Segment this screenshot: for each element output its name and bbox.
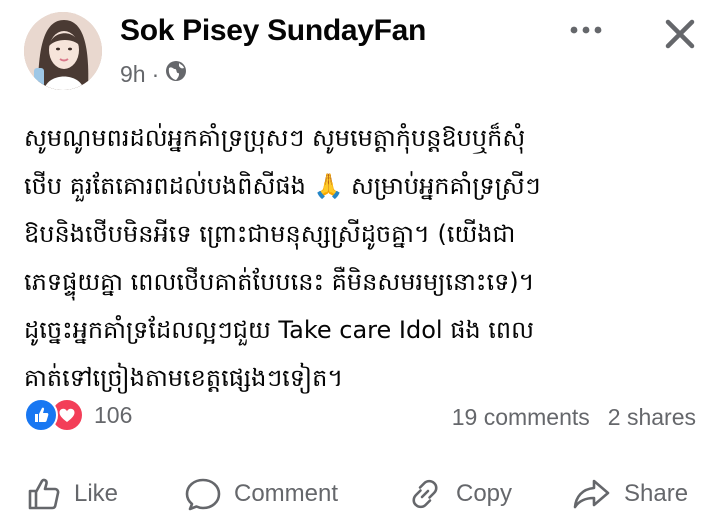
ellipsis-icon (570, 26, 602, 34)
share-arrow-icon (573, 479, 610, 508)
comments-count[interactable]: 19 comments (452, 404, 590, 431)
post-text-line: ដូច្នេះអ្នកគាំទ្រដែលល្អៗជួយ Take care Id… (24, 316, 534, 344)
post-header: Sok Pisey SundayFan 9h · (0, 0, 720, 100)
comment-label: Comment (234, 479, 339, 507)
post-text-line: ភេទផ្ទុយគ្នា ពេលថើបគាត់បែបនេះ គឺមិនសមរម្… (24, 268, 535, 296)
avatar[interactable] (24, 12, 102, 90)
post-text-line: ឱបនិងថើបមិនអីទេ ព្រោះជាមនុស្សស្រីដូចគ្នា… (24, 220, 516, 248)
like-button[interactable]: Like (26, 468, 118, 519)
copy-button[interactable]: Copy (406, 468, 512, 519)
comment-button[interactable]: Comment (184, 468, 338, 519)
avatar-photo (24, 12, 102, 90)
post-meta: 9h · (120, 60, 187, 88)
share-label: Share (624, 479, 689, 507)
comment-icon (185, 478, 221, 510)
post-body: សូមណូមពរដល់អ្នកគាំទ្រប្រុសៗ សូមមេត្តាកុំ… (24, 114, 704, 402)
close-button[interactable] (660, 14, 700, 54)
post-text-line: ថើប គួរតែគោរពដល់បងពិសីផង 🙏 សម្រាប់អ្នកគា… (24, 172, 541, 200)
meta-separator: · (151, 60, 160, 87)
engagement-counts: 19 comments 2 shares (452, 404, 696, 431)
reaction-count: 106 (94, 401, 133, 428)
globe-icon[interactable] (165, 60, 187, 88)
like-label: Like (74, 479, 119, 507)
author-name[interactable]: Sok Pisey SundayFan (120, 14, 426, 48)
like-reaction-icon (24, 398, 58, 432)
counts-spacer (590, 404, 608, 431)
shares-count[interactable]: 2 shares (608, 404, 696, 431)
copy-label: Copy (456, 479, 513, 507)
more-options-button[interactable] (566, 20, 606, 40)
post-action-bar: Like Comment Copy Share (0, 468, 720, 519)
post-stats: 106 19 comments 2 shares (24, 398, 696, 438)
thumbs-up-icon (28, 478, 60, 509)
close-icon (665, 19, 695, 49)
reactions-summary[interactable]: 106 (24, 398, 132, 432)
post-text-line: គាត់ទៅច្រៀងតាមខេត្តផ្សេងៗទៀត។ (24, 364, 344, 392)
post-text-line: សូមណូមពរដល់អ្នកគាំទ្រប្រុសៗ សូមមេត្តាកុំ… (24, 124, 526, 152)
post-timestamp[interactable]: 9h (120, 61, 146, 88)
link-icon (412, 479, 438, 508)
share-button[interactable]: Share (572, 468, 688, 519)
